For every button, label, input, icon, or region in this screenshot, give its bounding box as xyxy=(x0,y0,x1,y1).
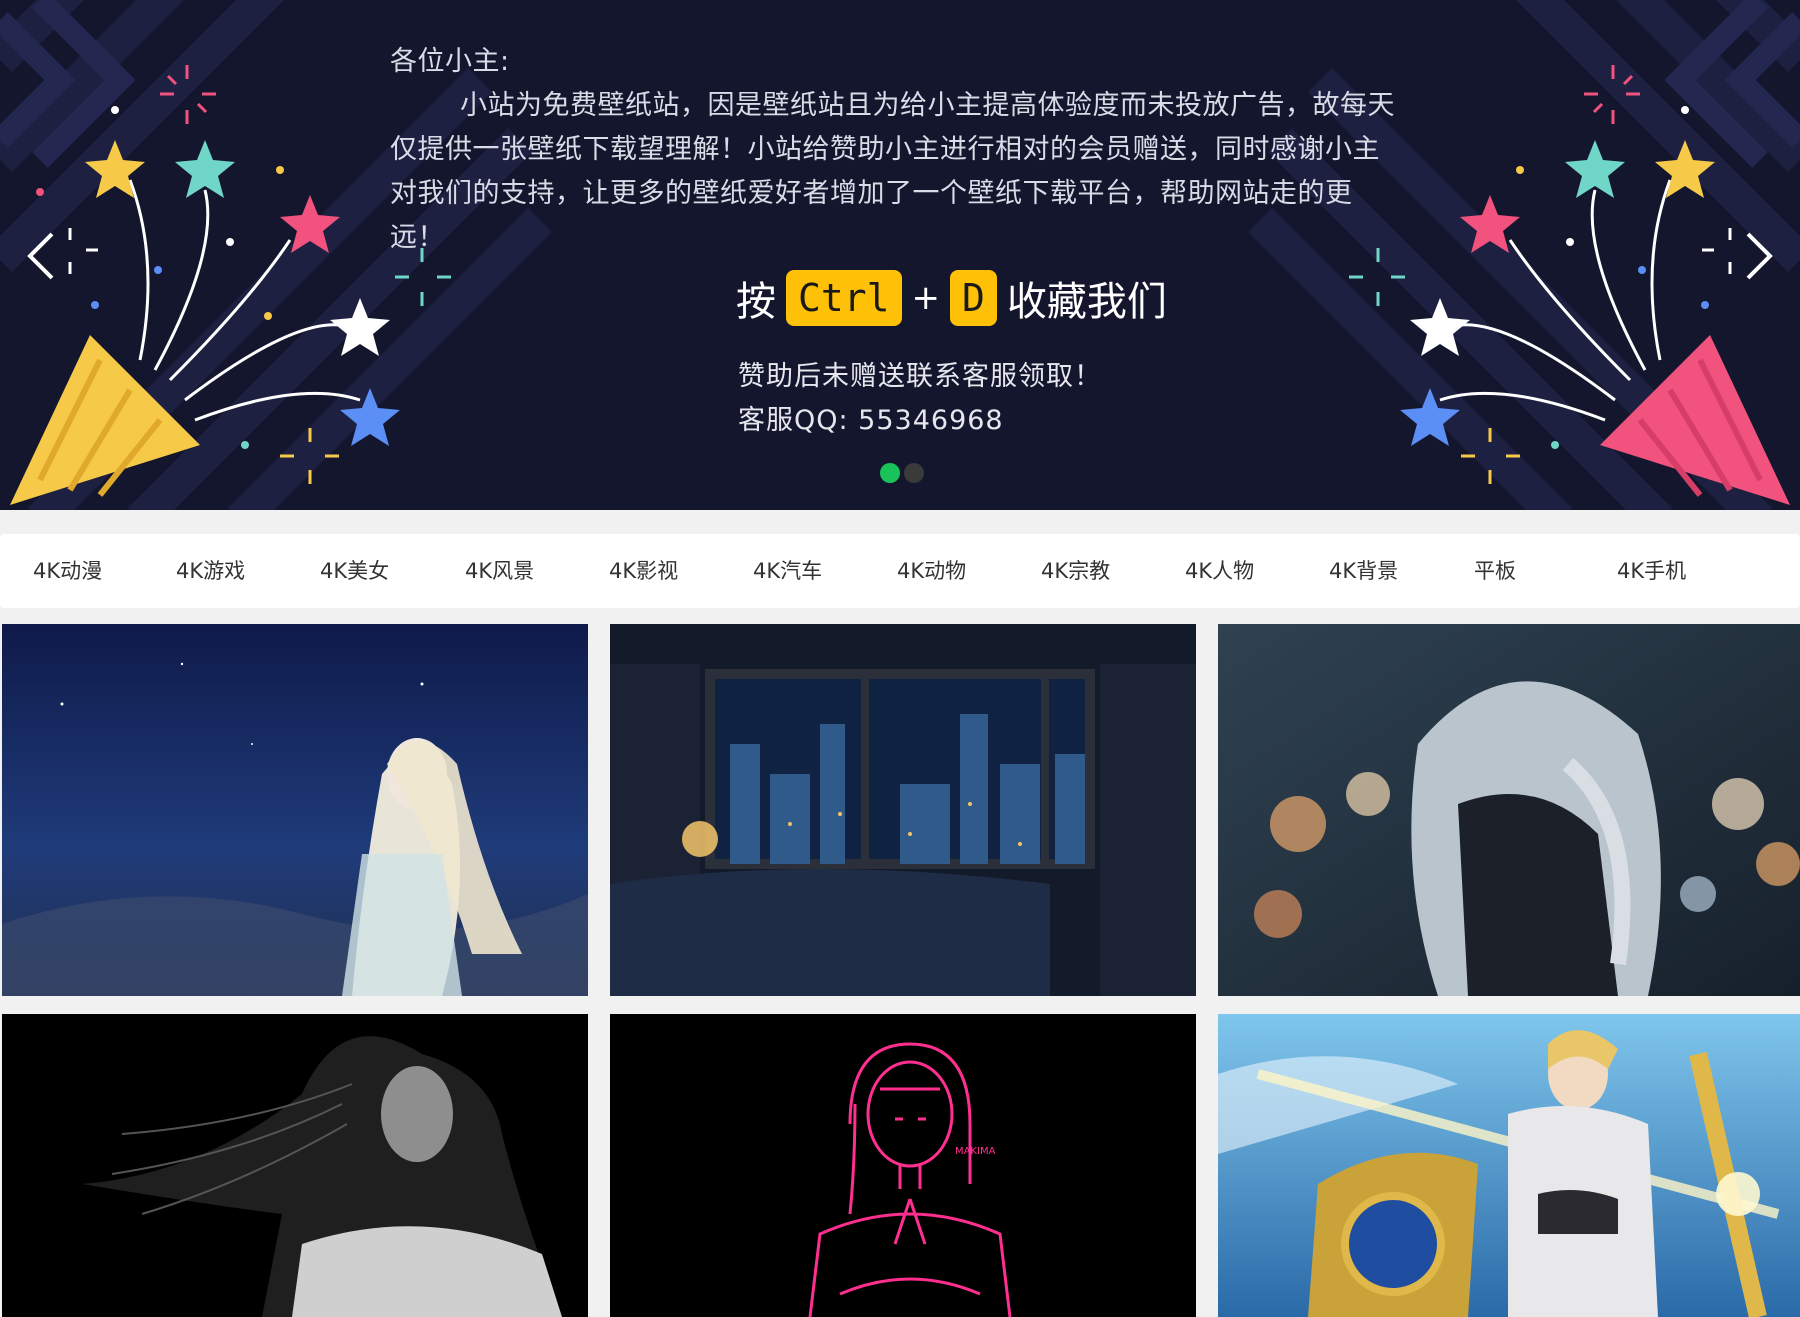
wallpaper-thumbnail[interactable]: MAKIMA xyxy=(610,1014,1196,1317)
category-nav: 4K动漫 4K游戏 4K美女 4K风景 4K影视 4K汽车 4K动物 4K宗教 … xyxy=(0,534,1800,608)
wallpaper-image-dark-hair-woman xyxy=(2,1014,588,1317)
contact-line-sponsor: 赞助后未赠送联系客服领取！ xyxy=(738,361,1102,392)
category-4k-religion[interactable]: 4K宗教 xyxy=(1041,534,1110,608)
wallpaper-image-anime-girl-night xyxy=(2,624,588,996)
wallpaper-thumbnail[interactable] xyxy=(2,1014,588,1317)
plus-sign: + xyxy=(911,278,941,318)
category-4k-scenery[interactable]: 4K风景 xyxy=(465,534,534,608)
wallpaper-image-bedroom-city xyxy=(610,624,1196,996)
wallpaper-thumbnail[interactable] xyxy=(1218,1014,1800,1317)
ctrl-key-badge: Ctrl xyxy=(786,270,902,326)
wallpaper-image-neon-girl: MAKIMA xyxy=(610,1014,1196,1317)
notice-text: 各位小主: 小站为免费壁纸站，因是壁纸站且为给小主提高体验度而未投放广告，故每天… xyxy=(390,40,1400,260)
shortcut-prefix: 按 xyxy=(736,279,776,325)
category-4k-games[interactable]: 4K游戏 xyxy=(176,534,245,608)
category-4k-backgrounds[interactable]: 4K背景 xyxy=(1329,534,1398,608)
carousel-dot-1[interactable] xyxy=(880,463,900,483)
category-4k-phone[interactable]: 4K手机 xyxy=(1617,534,1686,608)
wallpaper-image-girl-bokeh xyxy=(1218,624,1800,996)
neon-signature: MAKIMA xyxy=(955,1146,996,1157)
category-4k-cars[interactable]: 4K汽车 xyxy=(753,534,822,608)
category-4k-people[interactable]: 4K人物 xyxy=(1185,534,1254,608)
d-key-badge: D xyxy=(950,270,997,326)
notice-body: 小站为免费壁纸站，因是壁纸站且为给小主提高体验度而未投放广告，故每天仅提供一张壁… xyxy=(390,90,1395,253)
contact-info: 赞助后未赠送联系客服领取！ 客服QQ: 55346968 xyxy=(738,355,1102,443)
category-4k-animals[interactable]: 4K动物 xyxy=(897,534,966,608)
shortcut-suffix: 收藏我们 xyxy=(1006,279,1167,325)
bookmark-shortcut-hint: 按 Ctrl + D 收藏我们 xyxy=(736,268,1167,328)
chevron-left-icon xyxy=(27,232,54,280)
contact-line-qq: 客服QQ: 55346968 xyxy=(738,405,1004,436)
wallpaper-image-golden-knight xyxy=(1218,1014,1800,1317)
wallpaper-thumbnail[interactable] xyxy=(610,624,1196,996)
hero-banner-carousel[interactable]: 各位小主: 小站为免费壁纸站，因是壁纸站且为给小主提高体验度而未投放广告，故每天… xyxy=(0,0,1800,510)
carousel-pagination xyxy=(880,463,924,483)
wallpaper-thumbnail[interactable] xyxy=(2,624,588,996)
chevron-right-icon xyxy=(1746,232,1773,280)
category-4k-beauty[interactable]: 4K美女 xyxy=(320,534,389,608)
carousel-next-button[interactable] xyxy=(1738,228,1778,284)
carousel-prev-button[interactable] xyxy=(22,228,62,284)
category-4k-film[interactable]: 4K影视 xyxy=(609,534,678,608)
carousel-dot-2[interactable] xyxy=(904,463,924,483)
wallpaper-thumbnail[interactable] xyxy=(1218,624,1800,996)
category-4k-anime[interactable]: 4K动漫 xyxy=(33,534,102,608)
notice-greeting: 各位小主: xyxy=(390,46,510,77)
category-tablet[interactable]: 平板 xyxy=(1474,534,1516,608)
